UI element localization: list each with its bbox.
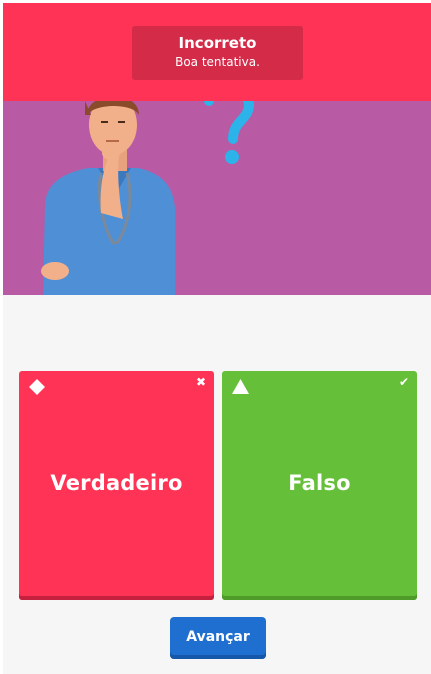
answer-label: Verdadeiro <box>50 471 183 495</box>
quiz-screen: Incorreto Boa tentativa. ✖ Verdadeiro ✔ … <box>3 3 431 674</box>
feedback-box: Incorreto Boa tentativa. <box>132 26 303 80</box>
next-button[interactable]: Avançar <box>170 617 266 659</box>
triangle-icon <box>232 379 249 394</box>
feedback-title: Incorreto <box>178 34 257 52</box>
feedback-subtitle: Boa tentativa. <box>175 55 260 69</box>
answer-option-false[interactable]: ✔ Falso <box>222 371 417 600</box>
incorrect-icon: ✖ <box>195 375 206 389</box>
feedback-banner: Incorreto Boa tentativa. <box>3 3 431 101</box>
correct-icon: ✔ <box>398 375 409 389</box>
answer-option-true[interactable]: ✖ Verdadeiro <box>19 371 214 600</box>
answer-label: Falso <box>288 471 351 495</box>
diamond-icon <box>29 379 45 395</box>
